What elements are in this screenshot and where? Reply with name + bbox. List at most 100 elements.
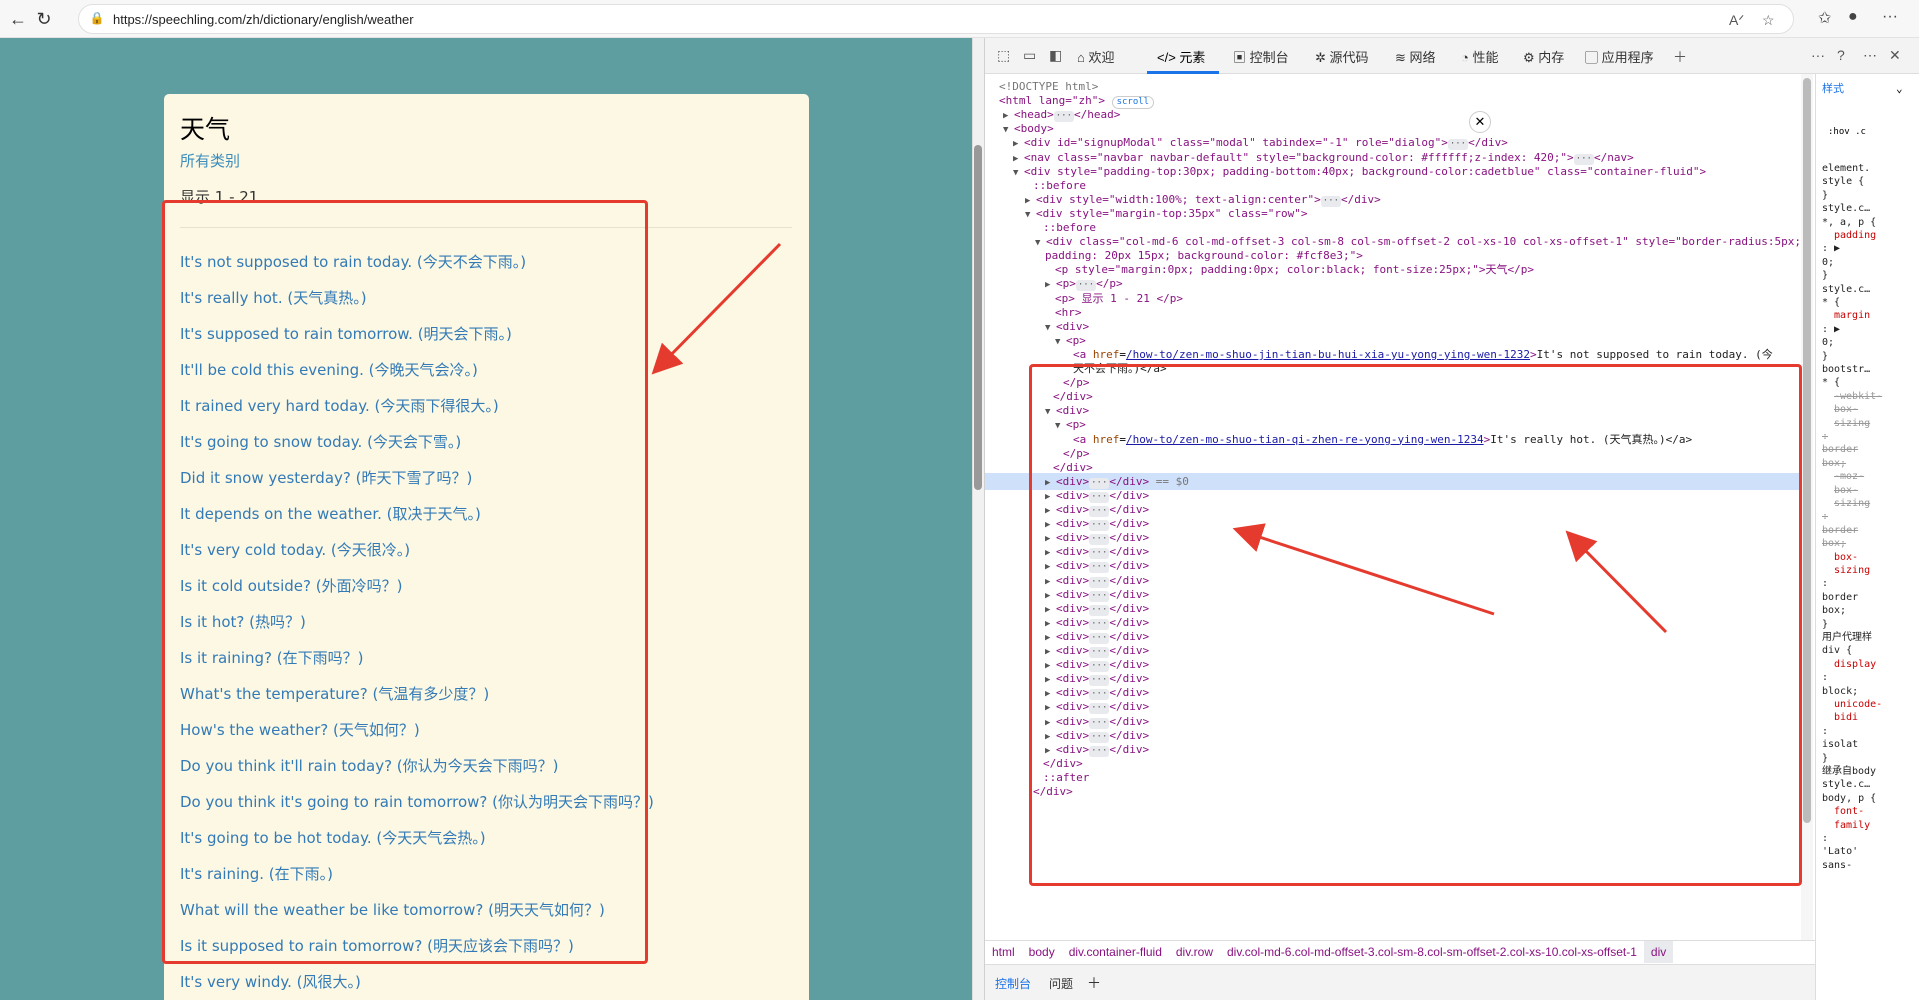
favorites-icon[interactable]: ✩ [1818, 8, 1831, 28]
phrase-link[interactable]: Is it hot? (热吗？) [180, 606, 800, 642]
phrase-link[interactable]: It's raining. (在下雨。) [180, 858, 800, 894]
style-rule-line: } [1822, 618, 1829, 630]
dom-text: <div class="col-md-6 col-md-offset-3 col… [1046, 235, 1801, 249]
phrase-link[interactable]: It's going to be hot today. (今天天气会热。) [180, 822, 800, 858]
help-icon[interactable]: ? [1837, 47, 1845, 63]
styles-tab[interactable]: 样式 [1822, 82, 1844, 95]
pseudo-after: ::after [1043, 770, 1090, 784]
read-aloud-icon[interactable]: Aᐟ [1729, 12, 1744, 29]
style-rule-line: font- [1834, 806, 1865, 818]
phrase-link[interactable]: It's very windy. (风很大。) [180, 966, 800, 1000]
tab-console[interactable]: ▣ 控制台 [1233, 47, 1289, 66]
phrase-link[interactable]: Do you think it'll rain today? (你认为今天会下雨… [180, 750, 800, 786]
dom-div-close[interactable]: </div> [985, 783, 1805, 800]
drawer-tab-issues[interactable]: 问题 [1049, 975, 1073, 992]
dom-link-1[interactable]: /how-to/zen-mo-shuo-jin-tian-bu-hui-xia-… [1126, 348, 1530, 361]
breadcrumb-item[interactable]: html [985, 941, 1022, 963]
phrase-link[interactable]: What's the temperature? (气温有多少度？) [180, 678, 800, 714]
dom-text: <p> [1066, 333, 1086, 347]
style-rule-line: * { [1822, 377, 1841, 389]
breadcrumb-item[interactable]: div.container-fluid [1062, 941, 1169, 963]
browser-toolbar: ← ↻ 🔒 https://speechling.com/zh/dictiona… [0, 0, 1919, 38]
phrase-link[interactable]: It depends on the weather. (取决于天气。) [180, 498, 800, 534]
style-rule-line: style.c… [1822, 779, 1871, 791]
close-devtools-icon[interactable]: ✕ [1889, 47, 1901, 64]
phrase-list: It's not supposed to rain today. (今天不会下雨… [180, 246, 800, 1000]
style-rule-line: block; [1822, 685, 1859, 697]
phrase-link[interactable]: Is it cold outside? (外面冷吗？) [180, 570, 800, 606]
phrase-link[interactable]: Do you think it's going to rain tomorrow… [180, 786, 800, 822]
back-icon[interactable]: ← [6, 7, 30, 31]
devtools-menu-icon[interactable]: ⋯ [1863, 47, 1877, 64]
phrase-link[interactable]: Is it raining? (在下雨吗？) [180, 642, 800, 678]
style-rule-line: -webkit- [1834, 390, 1883, 402]
styles-tab-chevron-icon[interactable]: ⌄ [1896, 82, 1903, 95]
dom-text: padding: 20px 15px; background-color: #f… [1045, 249, 1363, 263]
phrase-link[interactable]: What will the weather be like tomorrow? … [180, 894, 800, 930]
dock-icon[interactable]: ◧ [1049, 47, 1062, 64]
profile-avatar-icon[interactable]: ● [1848, 8, 1858, 26]
dom-text: <p> 显示 1 - 21 </p> [1055, 291, 1183, 305]
style-rule-line: unicode- [1834, 699, 1883, 710]
dom-text: </p> [1063, 446, 1090, 460]
style-rule-line: element. [1822, 163, 1871, 174]
devtools-more-icon[interactable]: ··· [1811, 47, 1825, 63]
more-icon[interactable]: ··· [1882, 8, 1898, 26]
styles-filter-hov[interactable]: :hov .c [1828, 126, 1866, 139]
dom-text: <body> [1014, 122, 1054, 136]
style-rule-line: *, a, p { [1822, 216, 1877, 228]
breadcrumb-item[interactable]: div.col-md-6.col-md-offset-3.col-sm-8.co… [1220, 941, 1644, 963]
selected-marker: == $0 [1155, 474, 1189, 488]
style-rule-line: } [1822, 189, 1829, 201]
all-categories-link[interactable]: 所有类别 [180, 150, 240, 171]
device-toggle-icon[interactable]: ▭ [1023, 47, 1036, 64]
page-scrollbar-thumb[interactable] [974, 145, 982, 490]
tab-sources[interactable]: ✲ 源代码 [1315, 47, 1369, 66]
breadcrumb-item[interactable]: body [1022, 941, 1062, 963]
inspect-icon[interactable]: ⬚ [997, 47, 1010, 64]
style-rule-line: div { [1822, 645, 1853, 657]
style-rule-line: -moz- [1834, 471, 1865, 483]
accessibility-icon[interactable]: ✕ [1469, 111, 1491, 133]
tab-elements[interactable]: </> 元素 [1157, 47, 1205, 66]
drawer-tab-console[interactable]: 控制台 [995, 975, 1031, 992]
dom-scrollbar-thumb[interactable] [1803, 78, 1811, 823]
style-rule-line: style { [1822, 176, 1865, 188]
page-title: 天气 [180, 115, 231, 144]
lock-icon: 🔒 [89, 11, 105, 25]
favorite-star-icon[interactable]: ☆ [1762, 12, 1775, 29]
phrase-link[interactable]: It's really hot. (天气真热。) [180, 282, 800, 318]
phrase-link[interactable]: It's supposed to rain tomorrow. (明天会下雨。) [180, 318, 800, 354]
tab-welcome[interactable]: ⌂ 欢迎 [1077, 47, 1114, 66]
phrase-link[interactable]: It'll be cold this evening. (今晚天气会冷。) [180, 354, 800, 390]
tab-memory[interactable]: ⚙ 内存 [1523, 47, 1564, 66]
style-rule-line: } [1822, 350, 1829, 362]
address-bar[interactable]: 🔒 https://speechling.com/zh/dictionary/e… [78, 4, 1794, 34]
phrase-link[interactable]: It rained very hard today. (今天雨下得很大。) [180, 390, 800, 426]
breadcrumb-item[interactable]: div.row [1169, 941, 1220, 963]
dom-text: <p> [1056, 277, 1076, 291]
phrase-link[interactable]: It's very cold today. (今天很冷。) [180, 534, 800, 570]
style-rule-line: sans- [1822, 859, 1853, 871]
tab-performance[interactable]: ◔ 性能 [1461, 47, 1498, 66]
breadcrumb-item[interactable]: div [1643, 941, 1674, 963]
devtools-panel: ⬚ ▭ ◧ ⌂ 欢迎 </> 元素 ▣ 控制台 ✲ 源代码 ≋ 网络 ◔ 性能 … [984, 38, 1919, 1000]
phrase-link[interactable]: It's going to snow today. (今天会下雪。) [180, 426, 800, 462]
tab-performance-label: 性能 [1472, 50, 1499, 65]
style-rule-line: box- [1834, 484, 1859, 496]
tab-application[interactable]: ▢ 应用程序 [1585, 47, 1654, 66]
phrase-link[interactable]: Is it supposed to rain tomorrow? (明天应该会下… [180, 930, 800, 966]
phrase-link[interactable]: It's not supposed to rain today. (今天不会下雨… [180, 246, 800, 282]
tab-network[interactable]: ≋ 网络 [1395, 47, 1436, 66]
url-text[interactable]: https://speechling.com/zh/dictionary/eng… [113, 12, 414, 27]
dom-link-2-text: It's really hot. (天气真热。)</a> [1490, 432, 1693, 446]
reload-icon[interactable]: ↻ [32, 7, 56, 31]
phrase-link[interactable]: How's the weather? (天气如何？) [180, 714, 800, 750]
style-rule-line: 用户代理样 [1822, 632, 1872, 643]
style-rule-line: box- [1834, 551, 1859, 563]
phrase-link[interactable]: Did it snow yesterday? (昨天下雪了吗？) [180, 462, 800, 498]
add-tab-icon[interactable]: ＋ [1673, 47, 1687, 67]
dom-link-2[interactable]: /how-to/zen-mo-shuo-tian-qi-zhen-re-yong… [1126, 433, 1484, 446]
dom-text: </div> [1053, 460, 1093, 474]
drawer-add-icon[interactable]: ＋ [1087, 973, 1101, 993]
